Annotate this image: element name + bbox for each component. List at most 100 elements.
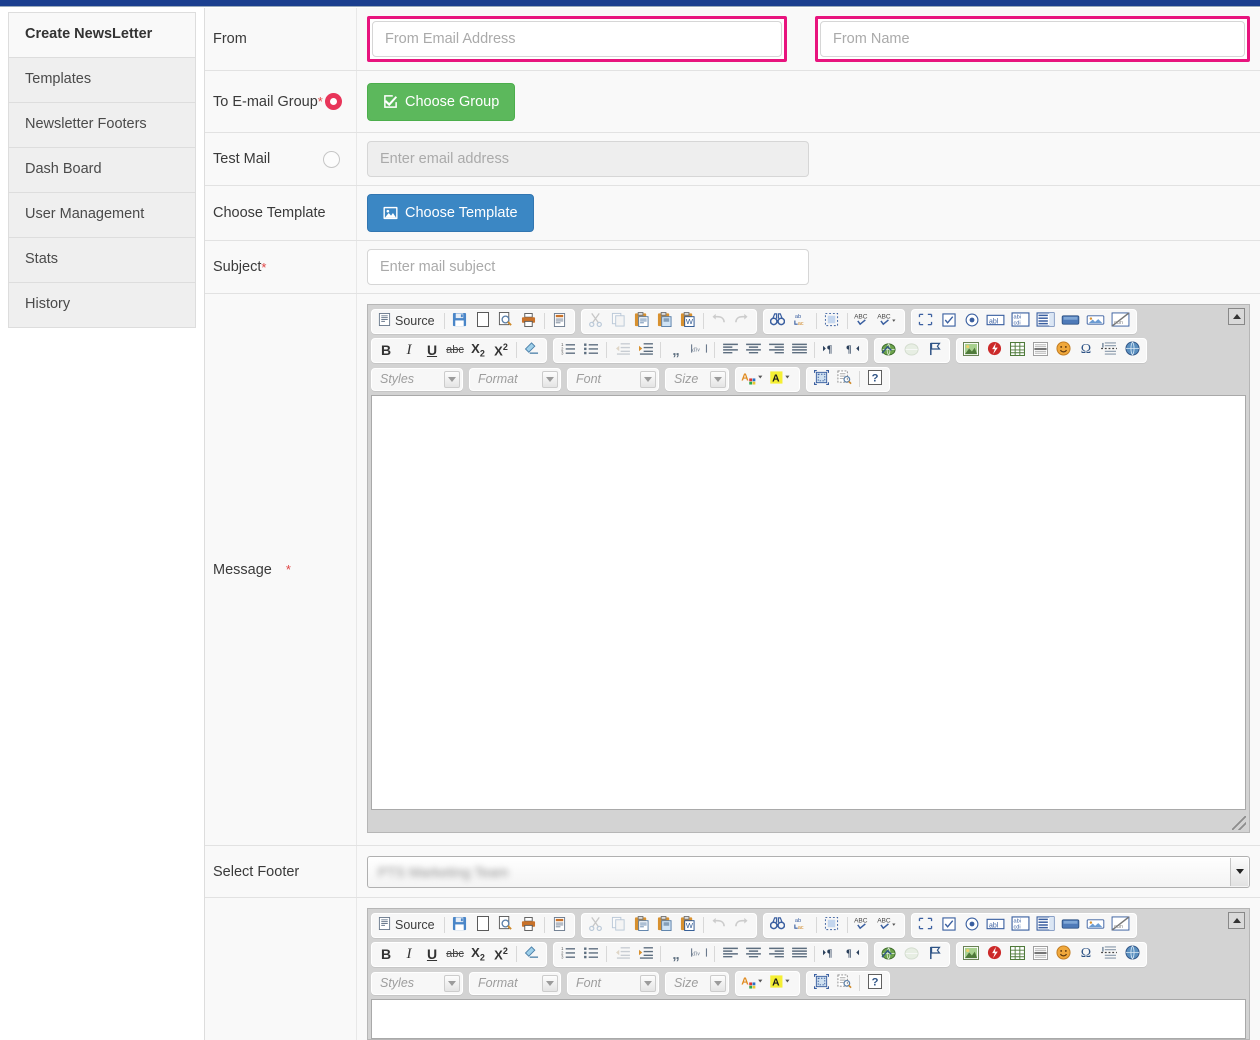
bg-color-button[interactable]: A [768,369,796,390]
from-name-input[interactable] [820,21,1245,57]
smiley-button[interactable] [1052,944,1074,965]
form-button-button[interactable] [1059,915,1083,936]
text-direction-ltr-button[interactable]: ¶ [819,340,841,361]
maximize-button[interactable] [810,973,832,994]
redo-button[interactable] [731,915,753,936]
test-mail-email-input[interactable] [367,141,809,177]
strikethrough-button[interactable]: abc [444,340,466,361]
footer-editor-scroll-up-button[interactable] [1228,912,1245,929]
insert-flash-button[interactable] [983,340,1005,361]
sidebar-item-stats[interactable]: Stats [8,236,196,282]
message-editor-content-area[interactable] [371,395,1246,810]
preview-button[interactable] [495,915,517,936]
about-button[interactable]: ? [864,369,886,390]
format-combo[interactable]: Format [469,971,561,995]
text-field-button[interactable]: abl [984,311,1008,332]
textarea-button[interactable]: abi cdi [1009,311,1033,332]
italic-button[interactable]: I [398,944,420,965]
iframe-button[interactable] [1121,340,1143,361]
bulleted-list-button[interactable] [580,944,602,965]
special-char-button[interactable]: Ω [1075,340,1097,361]
select-field-button[interactable] [1034,311,1058,332]
insert-table-button[interactable] [1006,944,1028,965]
cut-button[interactable] [585,915,607,936]
sidebar-item-dash-board[interactable]: Dash Board [8,146,196,192]
save-button[interactable] [449,915,471,936]
blockquote-button[interactable]: „ [665,340,687,361]
choose-group-button[interactable]: Choose Group [367,82,516,121]
undo-button[interactable] [708,915,730,936]
editor-scroll-up-button[interactable] [1228,308,1245,325]
anchor-button[interactable] [924,944,946,965]
radio-button[interactable] [961,915,983,936]
outdent-button[interactable] [611,340,633,361]
find-button[interactable] [767,915,789,936]
align-justify-button[interactable] [788,944,810,965]
sidebar-item-history[interactable]: History [8,281,196,328]
indent-button[interactable] [634,340,656,361]
align-left-button[interactable] [719,340,741,361]
subscript-button[interactable]: X2 [467,944,489,965]
styles-combo[interactable]: Styles [371,971,463,995]
redo-button[interactable] [731,311,753,332]
text-color-button[interactable]: A [739,973,767,994]
replace-button[interactable]: ab ac [790,311,812,332]
superscript-button[interactable]: X2 [490,340,512,361]
insert-table-button[interactable] [1006,340,1028,361]
align-right-button[interactable] [765,944,787,965]
align-left-button[interactable] [719,944,741,965]
show-blocks-button[interactable] [833,973,855,994]
anchor-button[interactable] [924,340,946,361]
hidden-field-button[interactable]: cdn [1109,311,1133,332]
spellcheck-menu-button[interactable]: ABC [875,915,901,936]
choose-template-button[interactable]: Choose Template [367,194,534,232]
bold-button[interactable]: B [375,944,397,965]
spellcheck-button[interactable]: ABC [852,311,874,332]
about-button[interactable]: ? [864,973,886,994]
print-button[interactable] [518,311,540,332]
new-page-button[interactable] [472,311,494,332]
source-button[interactable]: Source [375,915,440,936]
underline-button[interactable]: U [421,944,443,965]
select-footer-dropdown[interactable]: PTS Marketing Team [367,855,1250,888]
sidebar-item-newsletter-footers[interactable]: Newsletter Footers [8,101,196,147]
align-justify-button[interactable] [788,340,810,361]
bg-color-button[interactable]: A [768,973,796,994]
smiley-button[interactable] [1052,340,1074,361]
blockquote-button[interactable]: „ [665,944,687,965]
text-direction-rtl-button[interactable]: ¶ [842,340,864,361]
paste-word-button[interactable]: W [677,311,699,332]
sidebar-item-user-management[interactable]: User Management [8,191,196,237]
paste-word-button[interactable]: W [677,915,699,936]
undo-button[interactable] [708,311,730,332]
font-combo[interactable]: Font [567,367,659,391]
footer-rich-text-editor[interactable]: Source W ab ac ABC ABC abl abi cdi cdn B… [367,908,1250,1040]
maximize-button[interactable] [810,369,832,390]
preview-button[interactable] [495,311,517,332]
source-button[interactable]: Source [375,311,440,332]
text-field-button[interactable]: abl [984,915,1008,936]
sidebar-item-create-newsletter[interactable]: Create NewsLetter [8,12,196,57]
checkbox-button[interactable] [938,915,960,936]
paste-button[interactable] [631,915,653,936]
textarea-button[interactable]: abi cdi [1009,915,1033,936]
footer-editor-content-area[interactable] [371,999,1246,1039]
size-combo[interactable]: Size [665,367,729,391]
templates-button[interactable] [549,311,571,332]
save-button[interactable] [449,311,471,332]
to-email-group-radio[interactable] [324,93,342,110]
font-combo[interactable]: Font [567,971,659,995]
link-button[interactable] [878,340,900,361]
numbered-list-button[interactable]: 123 [557,340,579,361]
replace-button[interactable]: ab ac [790,915,812,936]
insert-image-button[interactable] [960,340,982,361]
indent-button[interactable] [634,944,656,965]
radio-button[interactable] [961,311,983,332]
bulleted-list-button[interactable] [580,340,602,361]
iframe-button[interactable] [1121,944,1143,965]
numbered-list-button[interactable]: 123 [557,944,579,965]
paste-text-button[interactable] [654,311,676,332]
format-combo[interactable]: Format [469,367,561,391]
select-all-button[interactable] [821,311,843,332]
show-blocks-button[interactable] [833,369,855,390]
